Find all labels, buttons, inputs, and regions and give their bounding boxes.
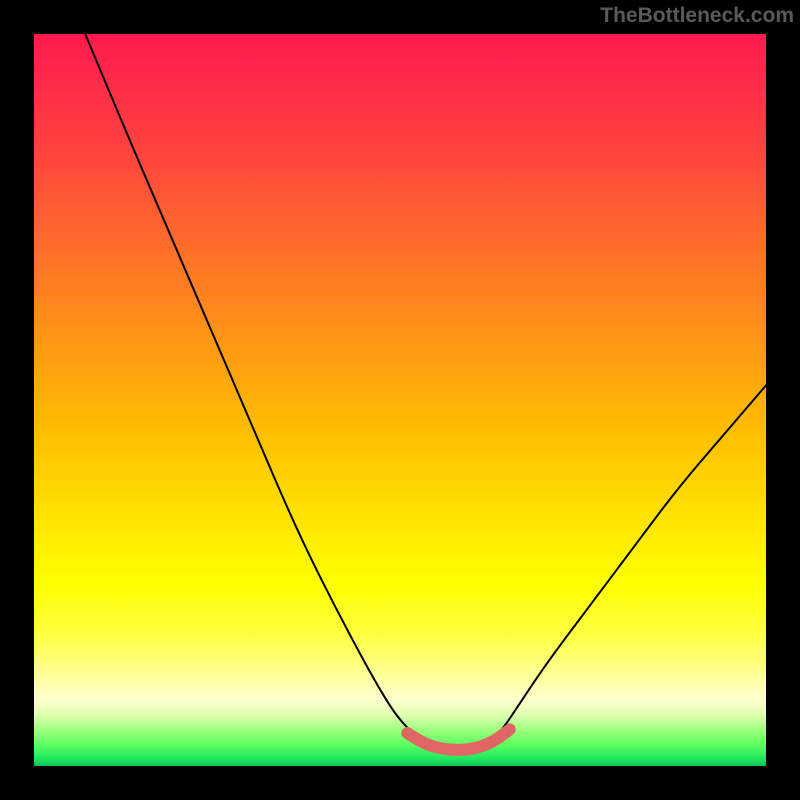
watermark-text: TheBottleneck.com [600, 4, 794, 28]
plot-area [34, 34, 766, 766]
curve-svg [34, 34, 766, 766]
curve-group [85, 34, 766, 751]
optimal-band-path [407, 729, 509, 749]
bottleneck-curve-path [85, 34, 766, 751]
chart-container: TheBottleneck.com [0, 0, 800, 800]
optimal-band-group [407, 729, 509, 749]
